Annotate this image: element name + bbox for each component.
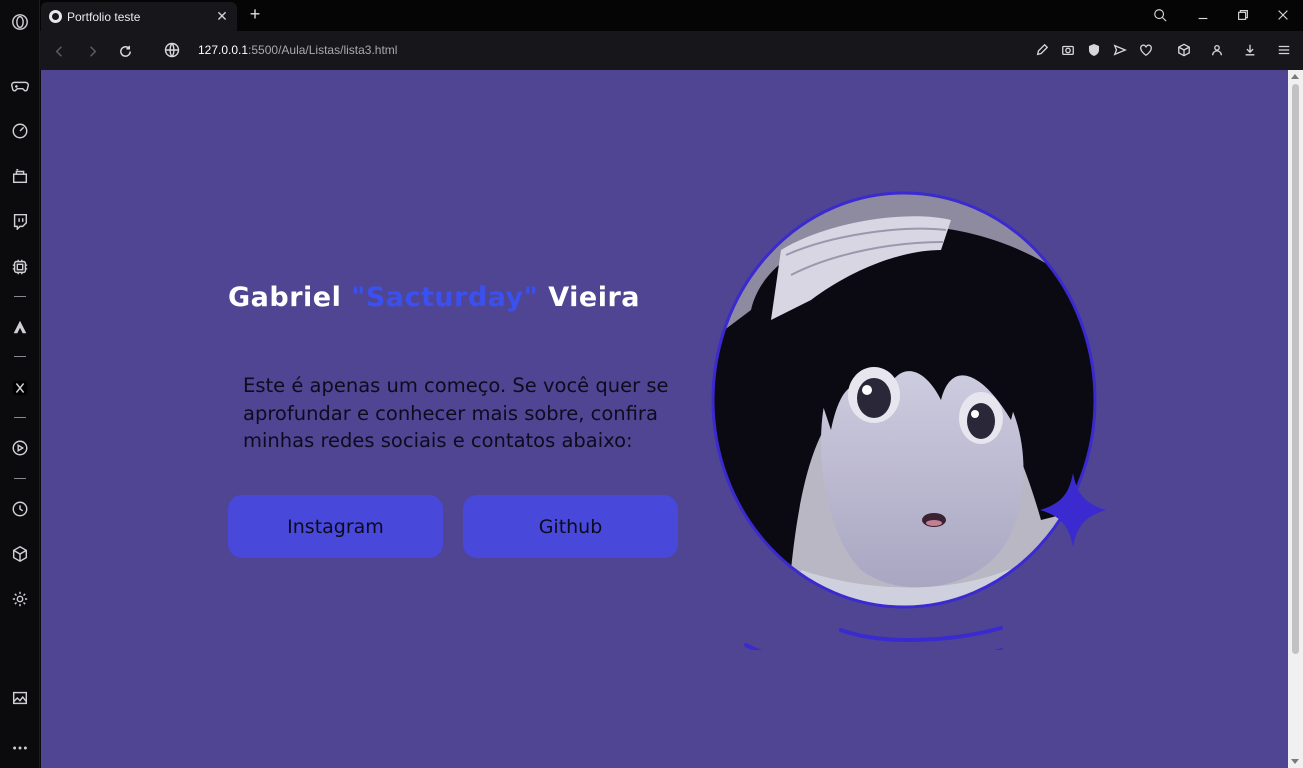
x-icon[interactable] <box>8 376 32 400</box>
scroll-thumb[interactable] <box>1292 84 1299 654</box>
speed-dial-icon[interactable] <box>8 119 32 143</box>
sidebar-separator <box>14 356 26 357</box>
settings-icon[interactable] <box>8 587 32 611</box>
send-icon[interactable] <box>1111 41 1129 59</box>
restore-button[interactable] <box>1223 4 1263 26</box>
sidebar-separator <box>14 417 26 418</box>
scroll-down-arrow[interactable] <box>1291 759 1299 764</box>
profile-icon[interactable] <box>1208 41 1226 59</box>
aria-icon[interactable] <box>8 315 32 339</box>
player-icon[interactable] <box>8 436 32 460</box>
minimize-button[interactable] <box>1183 4 1223 26</box>
gamepad-icon[interactable] <box>8 74 32 98</box>
vertical-scrollbar[interactable] <box>1288 70 1303 768</box>
tab-title: Portfolio teste <box>67 9 141 24</box>
url-path: :5500/Aula/Listas/lista3.html <box>248 43 398 57</box>
name-first: Gabriel <box>228 282 352 313</box>
search-tabs-icon[interactable] <box>1140 4 1180 26</box>
gallery-icon[interactable] <box>8 686 32 710</box>
chip-icon[interactable] <box>8 255 32 279</box>
camera-icon[interactable] <box>1059 41 1077 59</box>
address-field[interactable]: 127.0.0.1:5500/Aula/Listas/lista3.html <box>198 43 397 57</box>
close-tab-icon[interactable]: ✕ <box>215 9 229 23</box>
address-toolbar: 127.0.0.1:5500/Aula/Listas/lista3.html <box>40 31 1303 70</box>
close-window-button[interactable] <box>1263 4 1303 26</box>
profile-avatar <box>711 190 1111 669</box>
heart-icon[interactable] <box>1137 41 1155 59</box>
instagram-button[interactable]: Instagram <box>228 495 443 558</box>
forward-button[interactable] <box>81 40 103 62</box>
sidebar <box>0 0 40 768</box>
edit-icon[interactable] <box>1033 41 1051 59</box>
opera-logo-icon[interactable] <box>8 10 32 34</box>
intro-text: Este é apenas um começo. Se você quer se… <box>243 374 669 452</box>
twitch-icon[interactable] <box>8 209 32 233</box>
name-nickname: "Sacturday" <box>351 282 539 313</box>
name-last: Vieira <box>538 282 641 313</box>
new-tab-button[interactable]: + <box>245 4 265 25</box>
hero-title: Gabriel "Sacturday" Vieira <box>228 282 640 313</box>
more-icon[interactable] <box>8 736 32 760</box>
shield-icon[interactable] <box>1085 41 1103 59</box>
menu-icon[interactable] <box>1275 41 1293 59</box>
url-host: 127.0.0.1 <box>198 43 249 57</box>
cube-icon[interactable] <box>1175 41 1193 59</box>
site-info-icon[interactable] <box>164 42 180 58</box>
back-button[interactable] <box>48 40 70 62</box>
scroll-up-arrow[interactable] <box>1291 74 1299 79</box>
sidebar-separator <box>14 296 26 297</box>
history-icon[interactable] <box>8 497 32 521</box>
github-button[interactable]: Github <box>463 495 678 558</box>
sidebar-separator <box>14 478 26 479</box>
tab-active[interactable]: Portfolio teste ✕ <box>41 2 237 31</box>
browser-window: Portfolio teste ✕ + 127.0.0.1:5500/Aula/… <box>0 0 1303 768</box>
page-content: Gabriel "Sacturday" Vieira Este é apenas… <box>41 70 1288 768</box>
tab-strip: Portfolio teste ✕ + <box>40 0 1303 31</box>
cube-icon[interactable] <box>8 542 32 566</box>
download-icon[interactable] <box>1241 41 1259 59</box>
bag-icon[interactable] <box>8 164 32 188</box>
globe-icon <box>49 10 62 23</box>
reload-button[interactable] <box>114 40 136 62</box>
